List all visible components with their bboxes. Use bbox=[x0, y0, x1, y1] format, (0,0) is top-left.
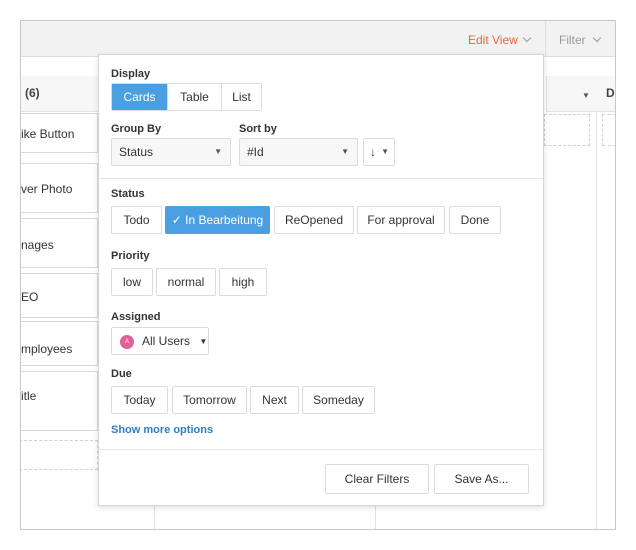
due-option-someday[interactable]: Someday bbox=[302, 386, 375, 414]
task-card-title: itle bbox=[21, 389, 37, 403]
clear-filters-button[interactable]: Clear Filters bbox=[325, 464, 429, 494]
task-card[interactable]: ike Button bbox=[21, 113, 98, 153]
task-card[interactable]: mployees bbox=[21, 321, 98, 366]
chevron-down-icon bbox=[592, 33, 601, 43]
status-label: Status bbox=[111, 188, 145, 200]
priority-label: Priority bbox=[111, 250, 150, 262]
task-card-title: nages bbox=[21, 238, 54, 252]
card-drop-zone bbox=[21, 440, 98, 470]
priority-option-high[interactable]: high bbox=[219, 268, 267, 296]
group-by-value: Status bbox=[119, 145, 154, 159]
group-by-select[interactable]: Status ▼ bbox=[111, 138, 231, 166]
divider bbox=[99, 178, 543, 179]
due-option-today[interactable]: Today bbox=[111, 386, 168, 414]
assigned-select[interactable]: A All Users ▼ bbox=[111, 327, 209, 355]
edit-view-label: Edit View bbox=[468, 33, 518, 47]
caret-down-icon[interactable]: ▼ bbox=[582, 91, 590, 100]
assigned-label: Assigned bbox=[111, 311, 161, 323]
display-option-cards[interactable]: Cards bbox=[112, 84, 167, 110]
filter-popover: Display Cards Table List Group By Sort b… bbox=[98, 54, 544, 506]
caret-down-icon: ▼ bbox=[214, 147, 222, 156]
due-option-tomorrow[interactable]: Tomorrow bbox=[172, 386, 247, 414]
status-option-done[interactable]: Done bbox=[449, 206, 501, 234]
card-drop-zone bbox=[544, 114, 590, 146]
task-card[interactable]: itle bbox=[21, 371, 98, 431]
caret-down-icon: ▼ bbox=[341, 147, 349, 156]
caret-down-icon: ▼ bbox=[381, 147, 389, 156]
card-drop-zone bbox=[602, 114, 615, 146]
caret-down-icon: ▼ bbox=[199, 337, 208, 346]
due-label: Due bbox=[111, 368, 132, 380]
task-card[interactable]: nages bbox=[21, 218, 98, 268]
show-more-options-link[interactable]: Show more options bbox=[111, 424, 213, 436]
sort-by-label: Sort by bbox=[239, 123, 277, 135]
priority-option-low[interactable]: low bbox=[111, 268, 153, 296]
column-divider bbox=[596, 112, 597, 529]
filter-label: Filter bbox=[559, 33, 586, 47]
sort-by-value: #Id bbox=[247, 145, 264, 159]
display-option-table[interactable]: Table bbox=[167, 84, 221, 110]
display-option-list[interactable]: List bbox=[221, 84, 261, 110]
priority-option-normal[interactable]: normal bbox=[156, 268, 216, 296]
display-label: Display bbox=[111, 68, 151, 80]
sort-direction-select[interactable]: ↓ ▼ bbox=[363, 138, 395, 166]
task-card[interactable]: EO bbox=[21, 273, 98, 318]
status-option-for-approval[interactable]: For approval bbox=[357, 206, 445, 234]
status-option-in-bearbeitung[interactable]: ✓ In Bearbeitung bbox=[165, 206, 270, 234]
divider bbox=[99, 449, 543, 450]
top-toolbar: Edit View Filter bbox=[21, 21, 615, 57]
group-by-label: Group By bbox=[111, 123, 162, 135]
sort-by-select[interactable]: #Id ▼ bbox=[239, 138, 358, 166]
filter-button[interactable]: Filter bbox=[545, 21, 615, 56]
task-card-title: mployees bbox=[21, 342, 73, 356]
save-as-button[interactable]: Save As... bbox=[434, 464, 529, 494]
status-option-reopened[interactable]: ReOpened bbox=[274, 206, 354, 234]
assigned-value: All Users bbox=[142, 334, 191, 348]
chevron-down-icon bbox=[522, 33, 532, 43]
check-icon: ✓ bbox=[171, 213, 182, 227]
column-header: ▼ D bbox=[546, 76, 615, 112]
status-option-label: In Bearbeitung bbox=[185, 213, 264, 227]
task-card-title: EO bbox=[21, 290, 39, 304]
display-selector: Cards Table List bbox=[111, 83, 262, 111]
avatar: A bbox=[120, 335, 134, 349]
sort-direction-arrow-icon: ↓ bbox=[370, 145, 376, 159]
due-option-next[interactable]: Next bbox=[250, 386, 299, 414]
edit-view-button[interactable]: Edit View bbox=[468, 33, 532, 47]
task-card-title: ver Photo bbox=[21, 182, 73, 196]
column-header-label: D bbox=[606, 86, 615, 100]
task-card[interactable]: ver Photo bbox=[21, 163, 98, 213]
status-option-todo[interactable]: Todo bbox=[111, 206, 162, 234]
column-header-count: (6) bbox=[25, 86, 40, 100]
task-card-title: ike Button bbox=[21, 127, 75, 141]
